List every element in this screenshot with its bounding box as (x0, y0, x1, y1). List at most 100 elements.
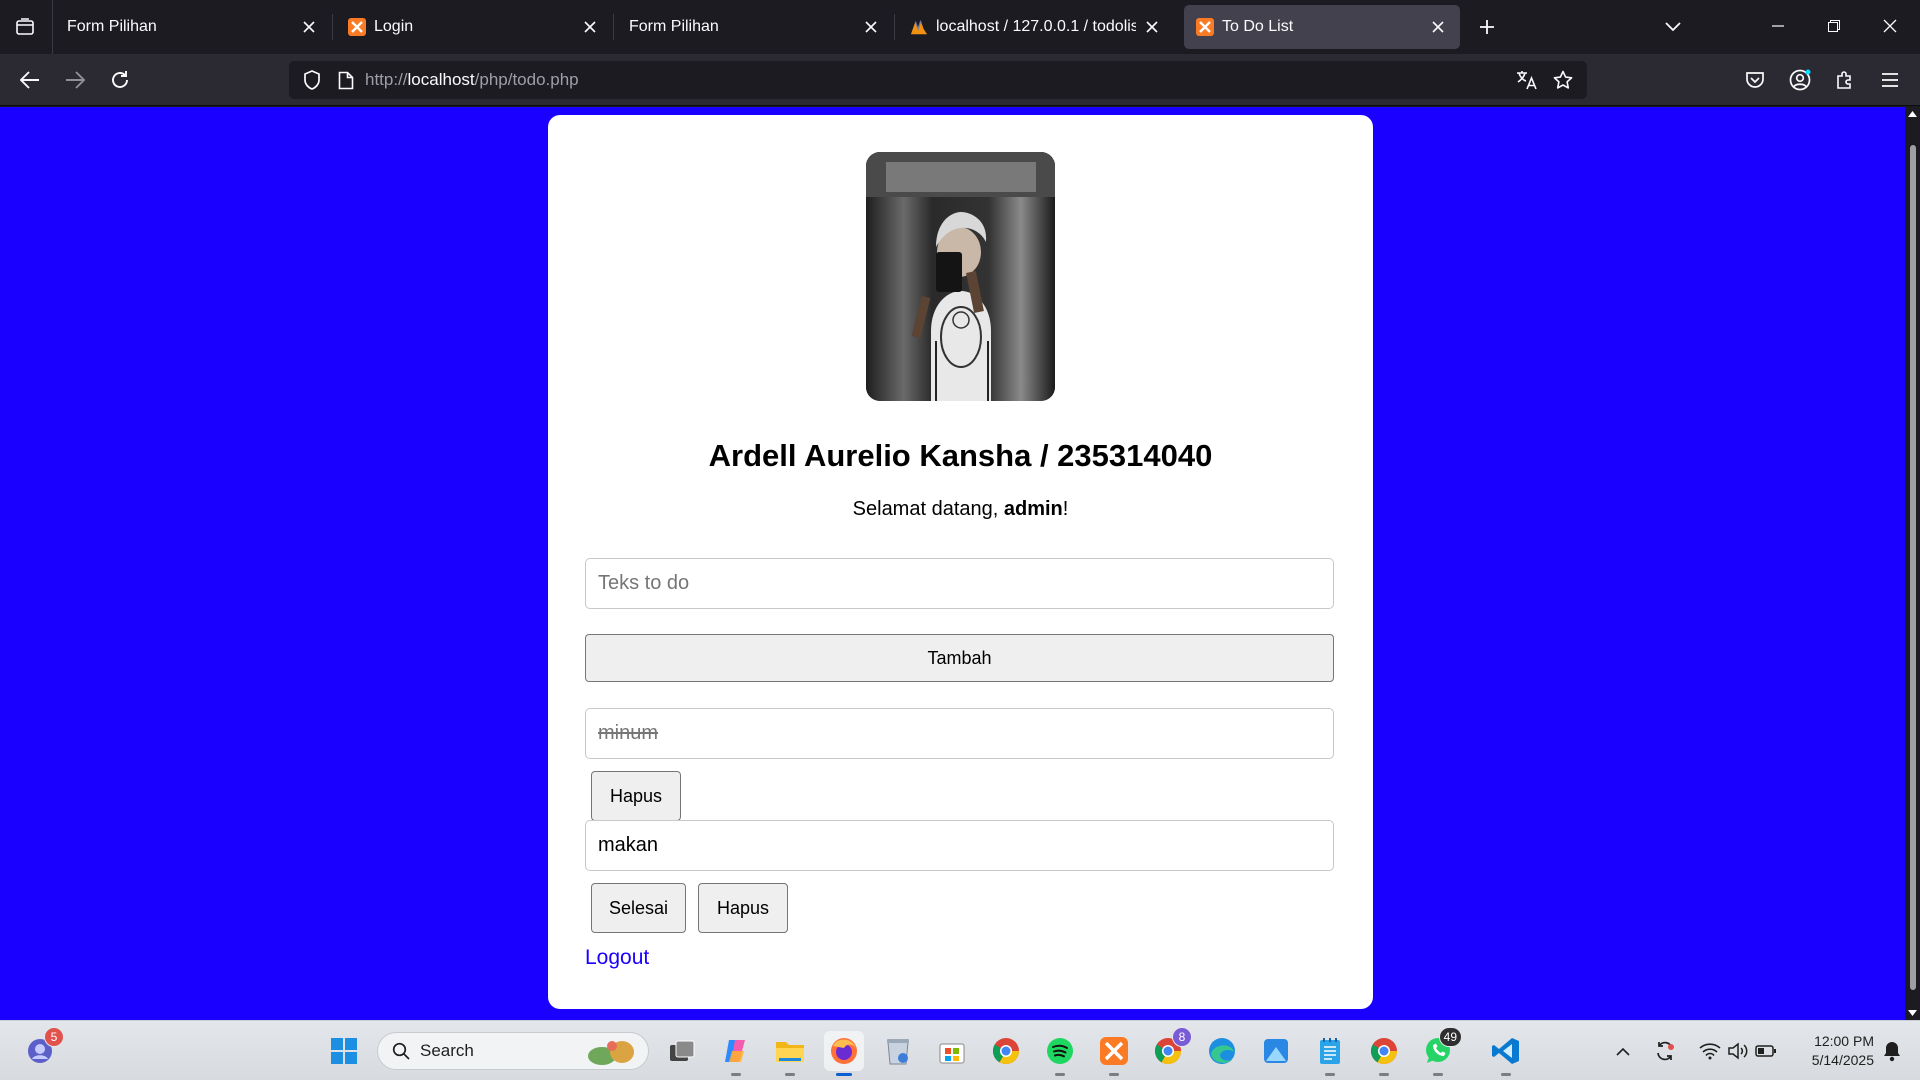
tab-close-icon[interactable] (1422, 11, 1454, 43)
taskbar-clock[interactable]: 12:00 PM 5/14/2025 (1782, 1032, 1874, 1070)
taskbar-chrome[interactable] (986, 1031, 1026, 1071)
url-host: localhost (407, 70, 475, 89)
delete-todo-button[interactable]: Hapus (591, 771, 681, 821)
forward-button[interactable] (57, 62, 93, 98)
chevron-down-icon (1665, 22, 1681, 32)
spotify-icon (1047, 1038, 1073, 1064)
taskbar-whatsapp[interactable]: 49 (1418, 1027, 1462, 1076)
list-all-tabs-button[interactable] (1656, 10, 1690, 44)
page-info-icon[interactable] (335, 71, 357, 90)
bell-icon (1884, 1042, 1900, 1062)
xampp-icon (348, 18, 366, 36)
windows-taskbar: 5 Search 8 49 12:00 PM 5/14/2025 (0, 1020, 1920, 1080)
edge-icon (1209, 1038, 1235, 1064)
notepad-icon (1320, 1038, 1340, 1064)
restore-window-button[interactable] (1816, 8, 1852, 44)
welcome-suffix: ! (1062, 498, 1069, 520)
todo-text-input[interactable] (585, 558, 1334, 609)
tab-close-icon[interactable] (855, 11, 887, 43)
taskbar-file-explorer[interactable] (770, 1031, 810, 1076)
page-scrollbar[interactable] (1905, 107, 1920, 1020)
taskbar-notepad[interactable] (1310, 1031, 1350, 1076)
tab-login[interactable]: Login (336, 5, 612, 49)
taskbar-chrome-2[interactable] (1364, 1031, 1404, 1076)
taskbar-xampp[interactable] (1094, 1031, 1134, 1076)
taskbar-spotify[interactable] (1040, 1031, 1080, 1076)
taskbar-image-app[interactable] (1256, 1031, 1296, 1071)
add-todo-button[interactable]: Tambah (585, 634, 1334, 682)
folder-icon (776, 1042, 804, 1062)
minimize-window-button[interactable] (1760, 8, 1796, 44)
tab-title: Login (374, 18, 414, 35)
delete-todo-button[interactable]: Hapus (698, 883, 788, 933)
scrollbar-thumb[interactable] (1910, 145, 1916, 990)
page-viewport: Ardell Aurelio Kansha / 235314040 Selama… (0, 107, 1905, 1020)
wifi-icon (1699, 1043, 1721, 1060)
start-button[interactable] (324, 1031, 364, 1071)
complete-todo-button[interactable]: Selesai (591, 883, 686, 933)
browser-navigation-bar: http://localhost/php/todo.php (0, 54, 1920, 106)
scroll-down-arrow-icon[interactable] (1908, 1010, 1917, 1016)
tab-phpmyadmin[interactable]: localhost / 127.0.0.1 / todolist_d (898, 5, 1174, 49)
scroll-up-arrow-icon[interactable] (1908, 111, 1917, 117)
search-icon (392, 1042, 410, 1060)
tab-title: Form Pilihan (67, 18, 157, 35)
task-view-button[interactable] (662, 1031, 702, 1071)
extensions-button[interactable] (1827, 62, 1863, 98)
search-highlight-icon (588, 1041, 634, 1065)
tab-form-pilihan-2[interactable]: Form Pilihan (617, 5, 893, 49)
taskbar-search-box[interactable]: Search (377, 1032, 649, 1070)
tab-close-icon[interactable] (574, 11, 606, 43)
browser-tab-strip: Form Pilihan Login Form Pilihan localhos… (0, 0, 1920, 54)
notification-center-button[interactable] (1878, 1031, 1906, 1071)
tab-separator (894, 14, 895, 40)
reload-button[interactable] (102, 62, 138, 98)
address-bar[interactable]: http://localhost/php/todo.php (289, 61, 1587, 99)
taskbar-edge[interactable] (1202, 1031, 1242, 1071)
chrome-icon (1370, 1038, 1398, 1065)
tab-separator (332, 14, 333, 40)
taskbar-vscode[interactable] (1486, 1031, 1526, 1076)
todo-card: Ardell Aurelio Kansha / 235314040 Selama… (548, 115, 1373, 1009)
tracking-protection-shield-icon[interactable] (299, 70, 325, 90)
url-path: /php/todo.php (474, 70, 579, 89)
sync-tray-button[interactable] (1647, 1031, 1683, 1071)
clock-time: 12:00 PM (1814, 1033, 1874, 1049)
phpmyadmin-icon (910, 18, 928, 36)
pocket-button[interactable] (1737, 62, 1773, 98)
account-button[interactable] (1782, 62, 1818, 98)
url-prefix: http:// (365, 70, 408, 89)
xampp-icon (1196, 18, 1214, 36)
taskbar-chrome-profile[interactable]: 8 (1148, 1027, 1192, 1071)
taskbar-firefox[interactable] (824, 1031, 864, 1076)
bookmark-star-icon[interactable] (1545, 70, 1581, 90)
reload-icon (112, 71, 128, 88)
quick-settings-button[interactable] (1688, 1031, 1788, 1071)
volume-icon (1728, 1042, 1748, 1060)
notification-badge: 5 (44, 1027, 64, 1047)
logout-link[interactable]: Logout (585, 946, 649, 970)
tab-form-pilihan-1[interactable]: Form Pilihan (55, 5, 331, 49)
back-button[interactable] (12, 62, 48, 98)
chrome-icon (992, 1038, 1020, 1065)
taskbar-copilot[interactable] (716, 1031, 756, 1076)
show-hidden-icons-button[interactable] (1605, 1031, 1641, 1071)
clock-date: 5/14/2025 (1811, 1052, 1874, 1068)
tab-close-icon[interactable] (293, 11, 325, 43)
xampp-icon (1100, 1037, 1128, 1065)
tab-close-icon[interactable] (1136, 11, 1168, 43)
photos-icon (1264, 1039, 1288, 1063)
student-name-heading: Ardell Aurelio Kansha / 235314040 (708, 438, 1213, 473)
firefox-view-button[interactable] (8, 10, 42, 44)
translate-icon[interactable] (1509, 70, 1545, 90)
account-icon (1789, 69, 1811, 91)
app-menu-button[interactable] (1872, 62, 1908, 98)
tab-to-do-list[interactable]: To Do List (1184, 5, 1460, 49)
taskbar-recycle-app[interactable] (878, 1031, 918, 1071)
url-text[interactable]: http://localhost/php/todo.php (365, 70, 579, 90)
new-tab-button[interactable] (1470, 10, 1504, 44)
close-window-button[interactable] (1872, 8, 1908, 44)
taskbar-microsoft-store[interactable] (932, 1031, 972, 1071)
vscode-icon (1492, 1038, 1519, 1064)
teams-chat-button[interactable]: 5 (20, 1027, 64, 1071)
